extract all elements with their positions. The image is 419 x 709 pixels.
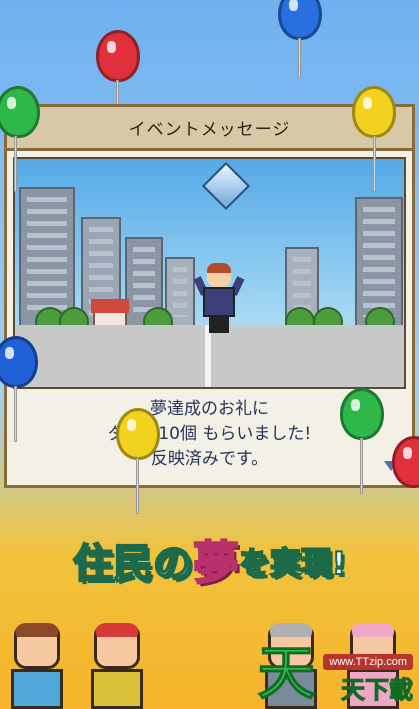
dialog-title: イベントメッセージ [128, 120, 291, 140]
message-line-3: 反映済みです。 [150, 449, 269, 469]
event-scene-image [13, 157, 406, 389]
balloon-string [373, 136, 376, 192]
tagline-part-3: を実現! [238, 545, 347, 583]
balloon-string [14, 386, 17, 442]
balloon-string [136, 458, 139, 514]
diamond-icon [201, 161, 251, 211]
character-red-hair [91, 623, 143, 709]
balloon-string [360, 438, 363, 494]
promo-tagline: 住民の 夢 を実現! [0, 530, 419, 591]
watermark-url: www.TTzip.com [323, 654, 413, 670]
balloon-yellow-right [352, 86, 396, 138]
balloon-yellow-center [116, 408, 160, 460]
character-brown-hair [11, 623, 63, 709]
balloon-green-left [0, 86, 40, 138]
resident-character [193, 263, 245, 335]
balloon-string [14, 136, 17, 192]
watermark: 天 www.TTzip.com 天下載 [257, 639, 414, 707]
balloon-green-right [340, 388, 384, 440]
tagline-part-1: 住民の [72, 540, 194, 588]
tagline-highlight: 夢 [192, 535, 240, 591]
watermark-logo: 天 [257, 639, 316, 707]
balloon-string [298, 38, 301, 78]
balloon-red [96, 30, 140, 82]
building [19, 187, 75, 327]
watermark-text: 天下載 [341, 676, 414, 705]
